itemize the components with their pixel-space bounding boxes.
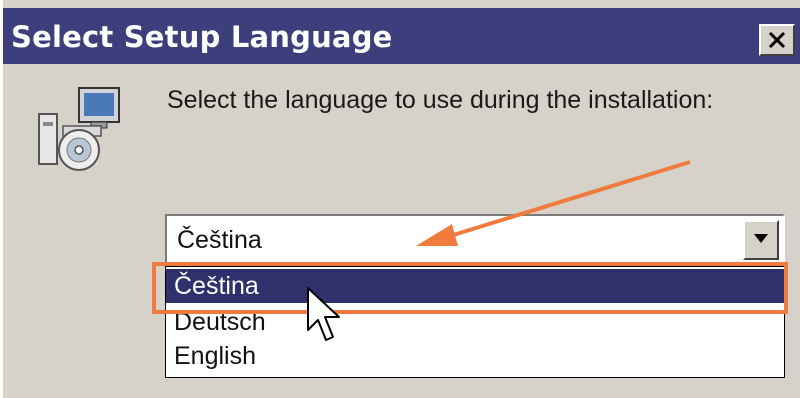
setup-computer-cd-icon (33, 82, 125, 179)
chevron-down-icon (754, 234, 768, 243)
close-button[interactable] (759, 24, 795, 56)
mouse-cursor-icon (307, 287, 340, 341)
language-option-deutsch[interactable]: Deutsch (166, 305, 784, 339)
language-prompt: Select the language to use during the in… (167, 86, 714, 114)
close-icon (768, 31, 786, 49)
dropdown-button[interactable] (743, 220, 779, 260)
setup-dialog-window: Select Setup Language Select the languag… (0, 0, 800, 398)
language-option-english[interactable]: English (166, 339, 784, 373)
title-bar[interactable]: Select Setup Language (3, 8, 800, 64)
window-title: Select Setup Language (11, 20, 393, 54)
language-option-cestina[interactable]: Čeština (166, 269, 784, 303)
selected-language-value: Čeština (177, 226, 262, 254)
language-dropdown-list[interactable]: Čeština Deutsch English (165, 266, 785, 378)
language-select[interactable]: Čeština (165, 214, 785, 266)
